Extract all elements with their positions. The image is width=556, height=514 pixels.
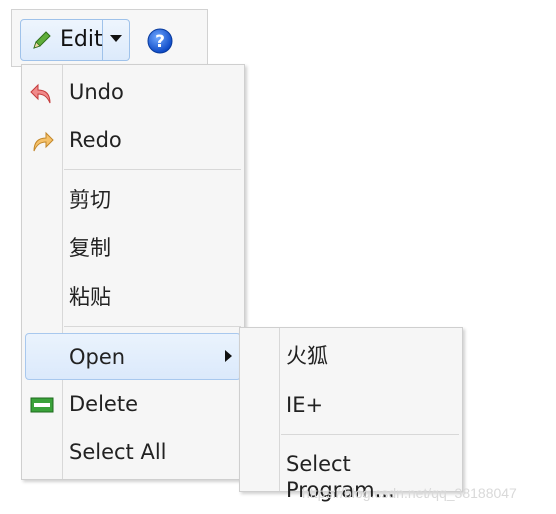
menu-separator — [64, 326, 241, 327]
menu-item-select-all-label: Select All — [69, 440, 167, 464]
menu-item-select-all[interactable]: Select All — [25, 430, 241, 474]
submenu-item-select-program[interactable]: Select Program... — [243, 442, 459, 502]
menu-item-delete-label: Delete — [69, 392, 138, 416]
menu-item-paste-label: 粘贴 — [69, 285, 111, 309]
menu-item-open[interactable]: Open — [25, 333, 241, 380]
delete-icon — [30, 397, 54, 413]
menu-item-copy-label: 复制 — [69, 236, 111, 260]
edit-button[interactable]: Edit — [21, 20, 103, 60]
redo-icon — [33, 131, 54, 152]
menu-item-redo-label: Redo — [69, 128, 122, 152]
menu-item-paste[interactable]: 粘贴 — [25, 275, 241, 319]
help-icon[interactable]: ? — [147, 28, 173, 54]
edit-button-label: Edit — [60, 27, 103, 52]
submenu-item-ie-label: IE+ — [286, 393, 324, 417]
svg-text:?: ? — [155, 32, 165, 52]
menu-item-undo-label: Undo — [69, 80, 124, 104]
menu-item-redo[interactable]: Redo — [25, 118, 241, 162]
menu-item-cut[interactable]: 剪切 — [25, 178, 241, 222]
open-submenu: 火狐 IE+ Select Program... — [239, 327, 463, 502]
menu-item-cut-label: 剪切 — [69, 188, 111, 212]
triangle-down-icon — [110, 35, 122, 42]
menu-separator — [64, 169, 241, 170]
submenu-arrow-icon — [225, 350, 232, 362]
submenu-item-firefox-label: 火狐 — [286, 344, 328, 368]
edit-split-button[interactable]: Edit — [20, 19, 130, 61]
menu-separator — [281, 434, 459, 435]
menu-item-copy[interactable]: 复制 — [25, 226, 241, 270]
menu-item-delete[interactable]: Delete — [25, 382, 241, 426]
submenu-item-firefox[interactable]: 火狐 — [243, 334, 459, 378]
edit-menu: Undo Redo 剪切 复制 粘贴 Open Delete Select Al… — [21, 64, 245, 480]
menu-item-undo[interactable]: Undo — [25, 70, 241, 114]
submenu-item-ie[interactable]: IE+ — [243, 383, 459, 427]
undo-icon — [30, 83, 51, 104]
edit-dropdown-arrow[interactable] — [103, 20, 129, 60]
pencil-icon — [33, 31, 51, 49]
watermark: https://blog.csdn.net/qq_38188047 — [302, 485, 517, 501]
menu-item-open-label: Open — [69, 345, 126, 369]
